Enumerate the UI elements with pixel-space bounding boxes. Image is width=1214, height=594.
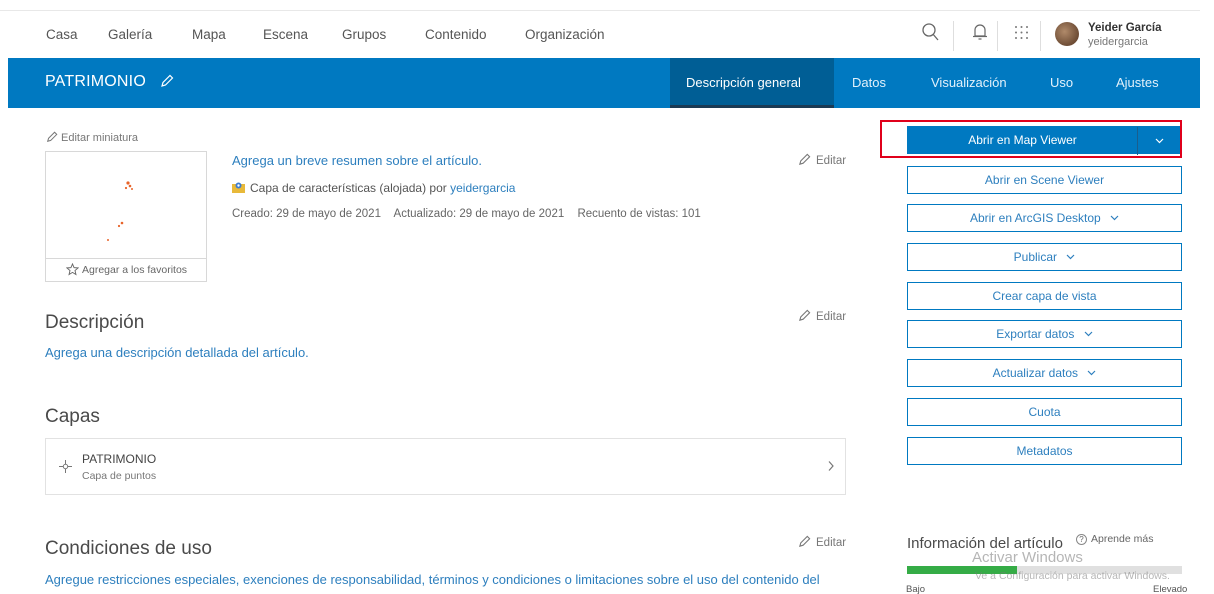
nav-item-home[interactable]: Casa [46, 27, 78, 42]
hosted-feature-layer-icon [232, 182, 245, 193]
layer-list-item[interactable]: PATRIMONIO Capa de puntos [45, 438, 846, 495]
edit-thumbnail-label: Editar miniatura [61, 132, 139, 144]
item-header-bar: PATRIMONIO Descripción general Datos Vis… [8, 58, 1200, 108]
learn-more-link[interactable]: ? Aprende más [1076, 533, 1153, 545]
windows-activation-watermark-subtitle: Ve a Configuración para activar Windows. [975, 570, 1170, 582]
export-data-button[interactable]: Exportar datos [907, 320, 1182, 348]
layer-type: Capa de puntos [82, 470, 157, 482]
add-to-favorites-label: Agregar a los favoritos [82, 264, 188, 276]
publish-button[interactable]: Publicar [907, 243, 1182, 271]
chevron-down-icon [1066, 254, 1075, 260]
high-label: Elevado [1153, 584, 1188, 594]
tab-visualization[interactable]: Visualización [931, 75, 1007, 90]
item-thumbnail: Agregar a los favoritos [45, 151, 207, 282]
edit-thumbnail-link[interactable]: Editar miniatura [46, 131, 138, 144]
owner-link[interactable]: yeidergarcia [450, 181, 515, 195]
low-label: Bajo [906, 584, 926, 594]
edit-description-label: Editar [816, 311, 847, 323]
thumbnail-map-image [107, 181, 133, 241]
item-title: PATRIMONIO [45, 73, 146, 90]
open-in-scene-viewer-button[interactable]: Abrir en Scene Viewer [907, 166, 1182, 194]
nav-item-organization[interactable]: Organización [525, 27, 605, 42]
export-data-label: Exportar datos [996, 327, 1075, 341]
update-data-label: Actualizar datos [992, 366, 1079, 380]
chevron-down-icon [1110, 215, 1119, 221]
updated-date: Actualizado: 29 de mayo de 2021 [393, 208, 565, 220]
nav-divider [997, 21, 998, 51]
add-description-link[interactable]: Agrega una descripción detallada del art… [45, 345, 309, 360]
bell-icon[interactable] [972, 22, 988, 47]
nav-item-scene[interactable]: Escena [263, 27, 308, 42]
chevron-down-icon [1087, 370, 1096, 376]
view-count: Recuento de vistas: 101 [577, 208, 701, 220]
pencil-icon[interactable] [160, 74, 174, 93]
nav-divider [1040, 21, 1041, 51]
layers-heading: Capas [45, 406, 100, 427]
search-icon[interactable] [922, 22, 940, 47]
chevron-down-icon [1084, 331, 1093, 337]
update-data-button[interactable]: Actualizar datos [907, 359, 1182, 387]
edit-summary-button[interactable]: Editar [798, 153, 846, 167]
pencil-icon [799, 309, 811, 321]
description-heading: Descripción [45, 312, 145, 333]
item-metadata-line: Creado: 29 de mayo de 2021 Actualizado: … [232, 208, 711, 220]
add-terms-link[interactable]: Agregue restricciones especiales, exenci… [45, 572, 820, 587]
chevron-right-icon [828, 461, 834, 471]
apps-grid-icon[interactable] [1014, 25, 1029, 45]
pencil-icon [799, 153, 811, 165]
item-type-line: Capa de características (alojada) por ye… [250, 181, 515, 195]
terms-of-use-heading: Condiciones de uso [45, 538, 212, 559]
point-layer-icon [59, 460, 72, 473]
star-icon [66, 263, 79, 276]
avatar[interactable] [1055, 22, 1079, 46]
tab-overview[interactable]: Descripción general [670, 58, 834, 108]
edit-summary-label: Editar [816, 155, 847, 167]
open-in-arcgis-desktop-label: Abrir en ArcGIS Desktop [969, 211, 1101, 225]
quota-button[interactable]: Cuota [907, 398, 1182, 426]
add-to-favorites-button[interactable]: Agregar a los favoritos [46, 258, 206, 282]
item-type-text: Capa de características (alojada) por [250, 181, 447, 195]
tab-data[interactable]: Datos [852, 75, 886, 90]
user-name[interactable]: Yeider García [1088, 22, 1162, 34]
quota-label: Cuota [1028, 405, 1061, 419]
nav-item-map[interactable]: Mapa [192, 27, 226, 42]
tab-settings[interactable]: Ajustes [1116, 75, 1159, 90]
add-summary-link[interactable]: Agrega un breve resumen sobre el artícul… [232, 153, 482, 168]
publish-label: Publicar [1013, 250, 1057, 264]
tab-overview-label: Descripción general [686, 75, 801, 90]
tab-usage[interactable]: Uso [1050, 75, 1073, 90]
pencil-icon [46, 131, 58, 143]
windows-activation-watermark: Activar Windows [972, 549, 1083, 566]
pencil-icon [799, 535, 811, 547]
open-in-arcgis-desktop-button[interactable]: Abrir en ArcGIS Desktop [907, 204, 1182, 232]
edit-description-button[interactable]: Editar [798, 309, 846, 323]
help-icon: ? [1076, 534, 1087, 545]
create-view-layer-button[interactable]: Crear capa de vista [907, 282, 1182, 310]
edit-terms-label: Editar [816, 537, 847, 549]
metadata-button[interactable]: Metadatos [907, 437, 1182, 465]
highlight-annotation-box [880, 120, 1182, 158]
layer-name: PATRIMONIO [82, 452, 157, 466]
created-date: Creado: 29 de mayo de 2021 [232, 208, 381, 220]
edit-terms-button[interactable]: Editar [798, 535, 846, 549]
metadata-label: Metadatos [1016, 444, 1073, 458]
nav-item-groups[interactable]: Grupos [342, 27, 386, 42]
top-navigation: Casa Galería Mapa Escena Grupos Contenid… [0, 10, 1200, 58]
create-view-layer-label: Crear capa de vista [992, 289, 1097, 303]
open-in-scene-viewer-label: Abrir en Scene Viewer [984, 173, 1105, 187]
nav-divider [953, 21, 954, 51]
user-login: yeidergarcia [1088, 36, 1148, 48]
nav-item-gallery[interactable]: Galería [108, 27, 152, 42]
nav-item-content[interactable]: Contenido [425, 27, 487, 42]
learn-more-label: Aprende más [1091, 533, 1154, 545]
